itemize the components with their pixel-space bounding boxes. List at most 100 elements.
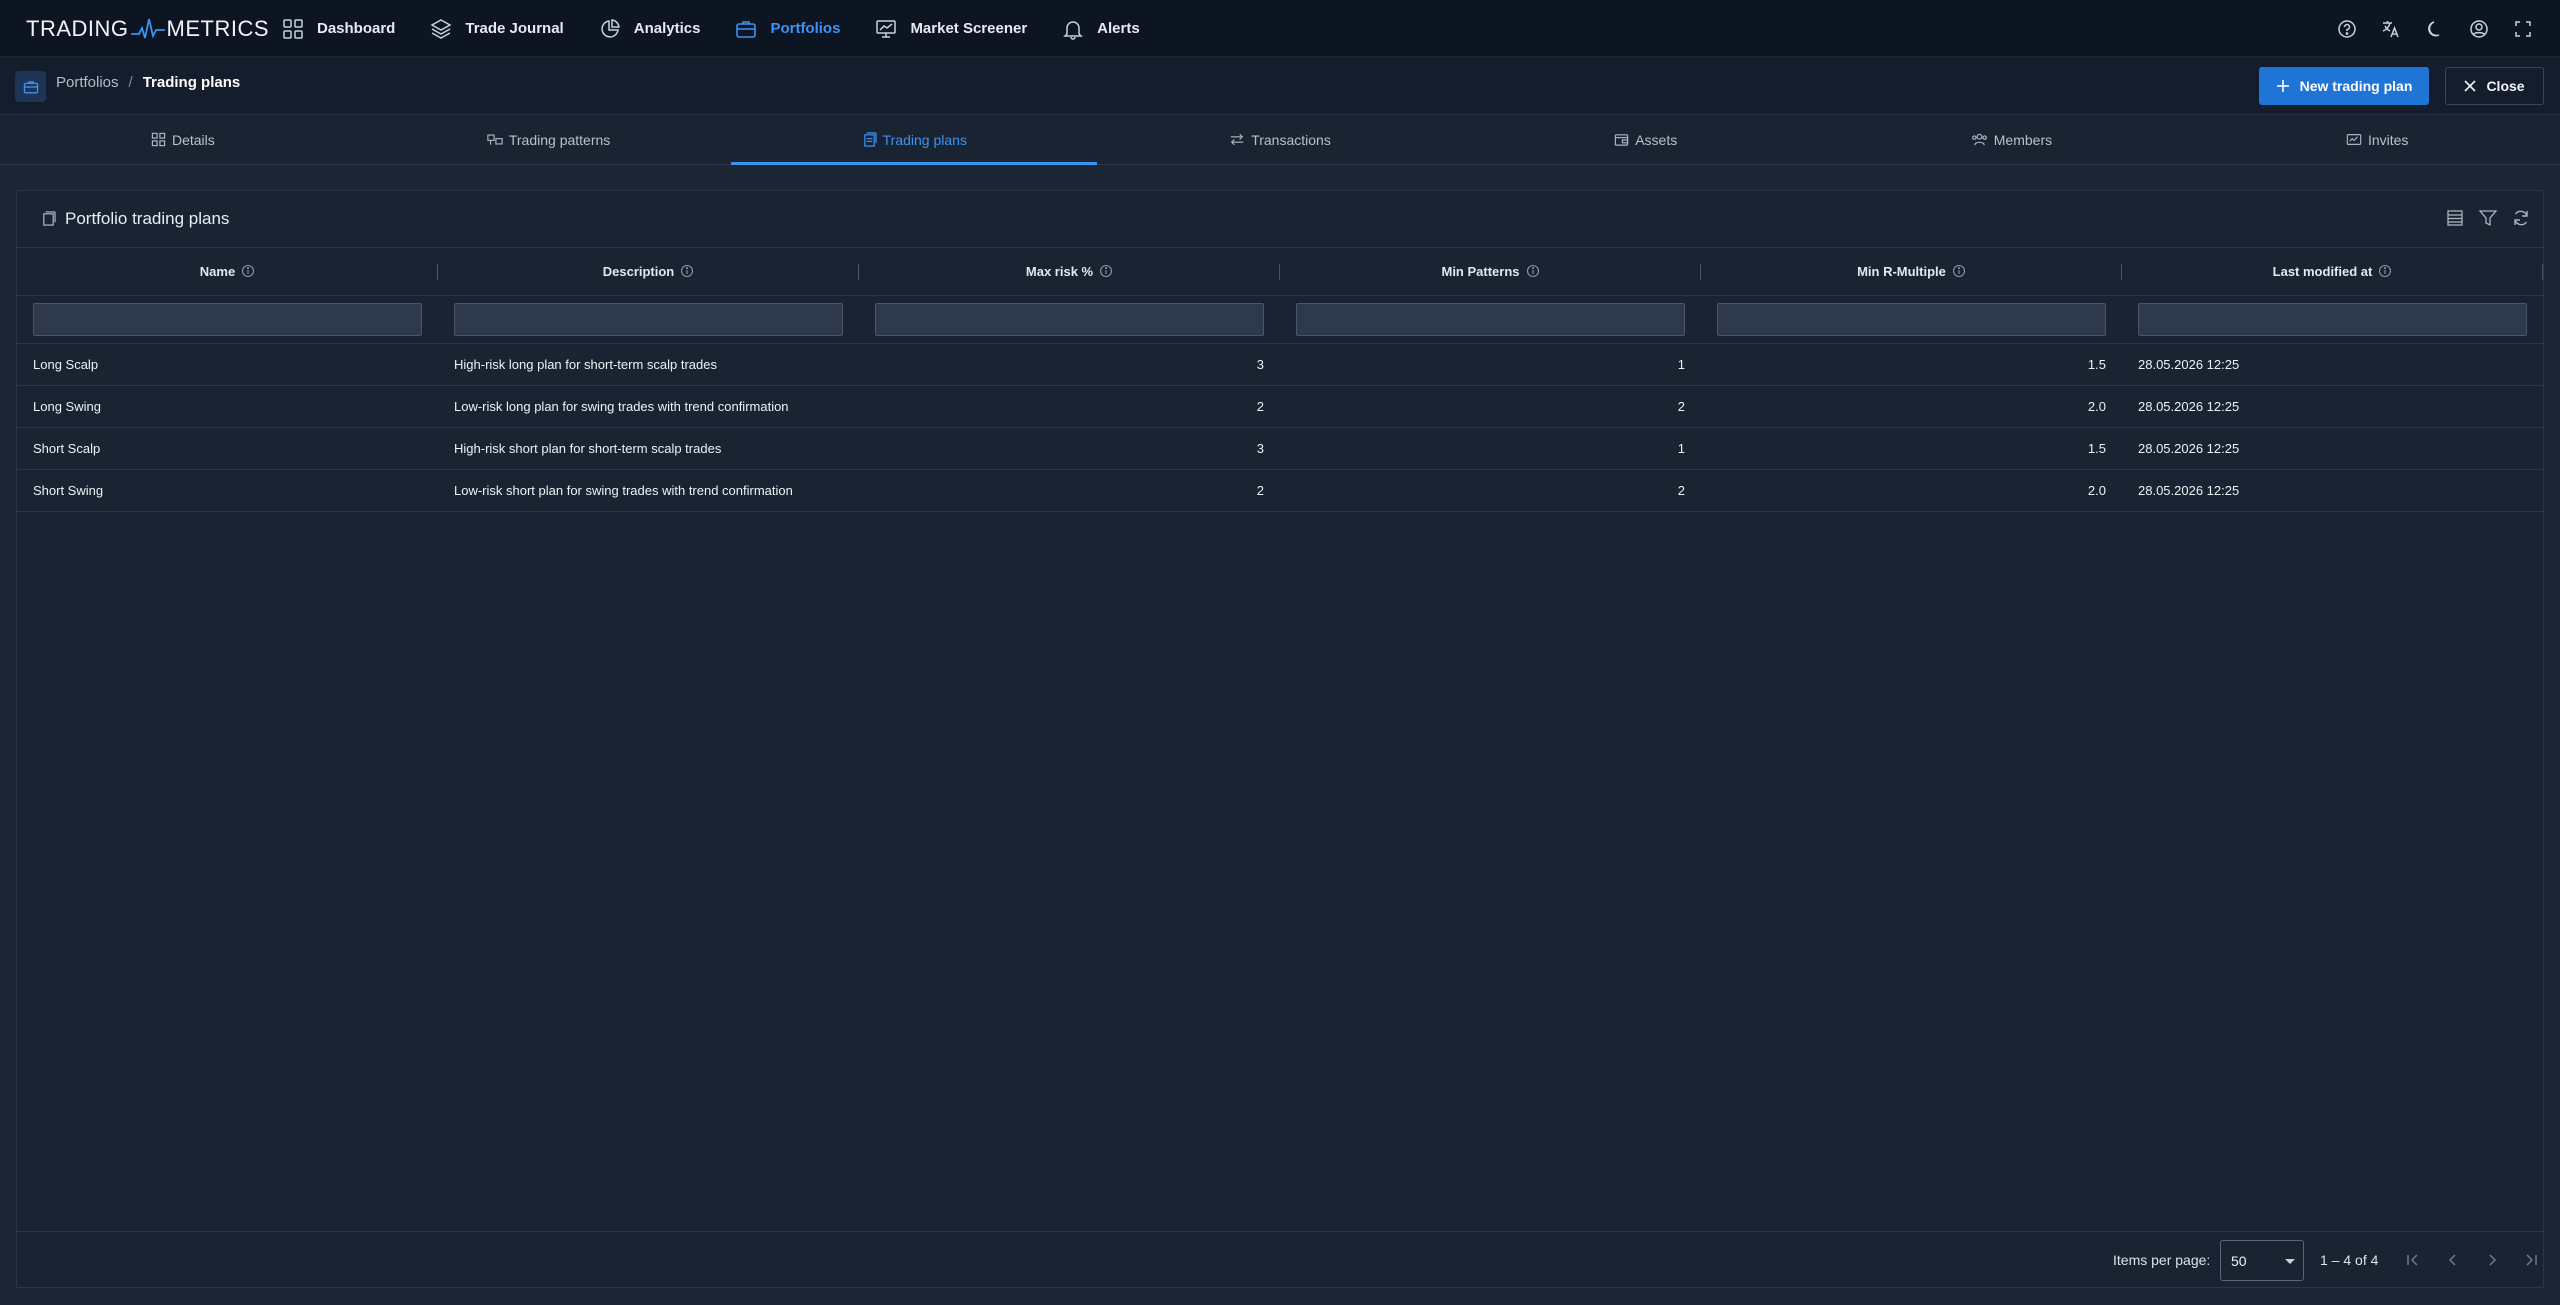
nav-portfolios[interactable]: Portfolios [735,0,840,57]
breadcrumb-portfolios[interactable]: Portfolios [56,74,119,91]
portfolio-badge [15,71,46,102]
invite-icon [2346,134,2362,145]
card-title: Portfolio trading plans [65,209,230,228]
filter-name-input[interactable] [33,302,422,336]
cell-max-risk: 3 [859,343,1280,386]
column-label: Min Patterns [1441,263,1520,279]
translate-icon[interactable] [2380,18,2402,40]
table-row[interactable]: Long Scalp High-risk long plan for short… [17,343,2543,386]
nav-alerts[interactable]: Alerts [1062,0,1140,57]
tab-transactions[interactable]: Transactions [1097,115,1463,164]
cell-max-risk: 2 [859,385,1280,428]
refresh-icon[interactable] [2511,208,2531,228]
column-header-last-modified[interactable]: Last modified at [2122,248,2543,296]
tab-trading-plans[interactable]: Trading plans [731,115,1097,165]
trading-plans-card: Portfolio trading plans Name Description [16,190,2544,1288]
info-icon[interactable] [241,264,255,278]
previous-page-icon[interactable] [2443,1250,2463,1270]
close-button[interactable]: Close [2445,67,2544,105]
breadcrumb: Portfolios / Trading plans [56,74,240,91]
cell-min-r-multiple: 1.5 [1701,343,2122,386]
filter-icon[interactable] [2478,208,2498,228]
next-page-icon[interactable] [2482,1250,2502,1270]
transfer-icon [1230,133,1244,146]
items-per-page-label: Items per page: [2113,1252,2211,1268]
fullscreen-icon[interactable] [2512,18,2534,40]
nav-market-screener[interactable]: Market Screener [875,0,1027,57]
nav-label: Portfolios [770,20,841,37]
brand-left: TRADING [26,16,129,41]
nav-label: Market Screener [910,20,1028,37]
nav-label: Analytics [633,20,701,37]
brand-logo[interactable]: TRADING METRICS [26,15,269,43]
cell-description: High-risk long plan for short-term scalp… [438,343,859,386]
filter-description-input[interactable] [454,302,843,336]
info-icon[interactable] [680,264,694,278]
tab-members[interactable]: Members [1829,115,2195,164]
nav-analytics[interactable]: Analytics [599,0,701,57]
pie-chart-icon [601,18,620,38]
filter-last-modified-input[interactable] [2138,302,2527,336]
tab-details[interactable]: Details [0,115,366,164]
cell-min-patterns: 1 [1280,427,1701,470]
trading-plans-table: Name Description Max risk % Min Patterns… [17,248,2543,512]
dropdown-caret-icon [2285,1259,2295,1264]
last-page-icon[interactable] [2521,1250,2541,1270]
briefcase-icon [736,20,757,38]
close-icon [2464,80,2477,92]
account-icon[interactable] [2468,18,2490,40]
cell-min-patterns: 1 [1280,343,1701,386]
tab-trading-patterns[interactable]: Trading patterns [366,115,732,164]
nav-trade-journal[interactable]: Trade Journal [430,0,564,57]
column-label: Min R-Multiple [1857,263,1946,279]
column-header-description[interactable]: Description [438,248,859,296]
users-icon [1971,133,1987,146]
tab-label: Trading plans [882,131,967,148]
info-icon[interactable] [1952,264,1966,278]
filter-min-patterns-input[interactable] [1296,302,1685,336]
column-header-max-risk[interactable]: Max risk % [859,248,1280,296]
cell-last-modified: 28.05.2026 12:25 [2122,427,2543,470]
table-header-row: Name Description Max risk % Min Patterns… [17,248,2543,296]
column-header-name[interactable]: Name [17,248,438,296]
cell-min-r-multiple: 1.5 [1701,427,2122,470]
column-header-min-patterns[interactable]: Min Patterns [1280,248,1701,296]
tab-assets[interactable]: Assets [1463,115,1829,164]
tab-label: Trading patterns [508,131,611,148]
table-row[interactable]: Short Scalp High-risk short plan for sho… [17,427,2543,470]
info-icon[interactable] [1526,264,1540,278]
tab-invites[interactable]: Invites [2194,115,2560,164]
info-icon[interactable] [1099,264,1113,278]
column-header-min-r-multiple[interactable]: Min R-Multiple [1701,248,2122,296]
table-row[interactable]: Short Swing Low-risk short plan for swin… [17,469,2543,512]
page-size-value: 50 [2231,1252,2247,1269]
table-row[interactable]: Long Swing Low-risk long plan for swing … [17,385,2543,428]
cell-min-r-multiple: 2.0 [1701,385,2122,428]
card-header: Portfolio trading plans [17,191,2543,248]
monitor-chart-icon [876,19,897,38]
nav-label: Trade Journal [465,20,564,37]
new-trading-plan-label: New trading plan [2299,78,2413,94]
grid-icon [283,18,303,39]
column-settings-icon[interactable] [2445,208,2465,228]
page-range-label: 1 – 4 of 4 [2320,1252,2379,1268]
nav-dashboard[interactable]: Dashboard [282,0,395,57]
filter-max-risk-input[interactable] [875,302,1264,336]
plans-icon [863,132,877,147]
plus-icon [2276,80,2289,92]
page-size-select[interactable]: 50 [2220,1240,2304,1281]
info-icon[interactable] [2378,264,2392,278]
page-title: Trading plans [142,74,241,91]
cell-description: Low-risk long plan for swing trades with… [438,385,859,428]
top-navigation: TRADING METRICS Dashboard Trade Journal … [0,0,2560,57]
cell-name: Short Scalp [17,427,438,470]
filter-min-r-multiple-input[interactable] [1717,302,2106,336]
dark-mode-icon[interactable] [2424,18,2446,40]
page-header: Portfolios / Trading plans New trading p… [0,57,2560,115]
new-trading-plan-button[interactable]: New trading plan [2259,67,2429,105]
cell-description: High-risk short plan for short-term scal… [438,427,859,470]
help-icon[interactable] [2336,18,2358,40]
first-page-icon[interactable] [2403,1250,2423,1270]
wallet-icon [1615,134,1629,146]
layers-icon [430,18,452,39]
